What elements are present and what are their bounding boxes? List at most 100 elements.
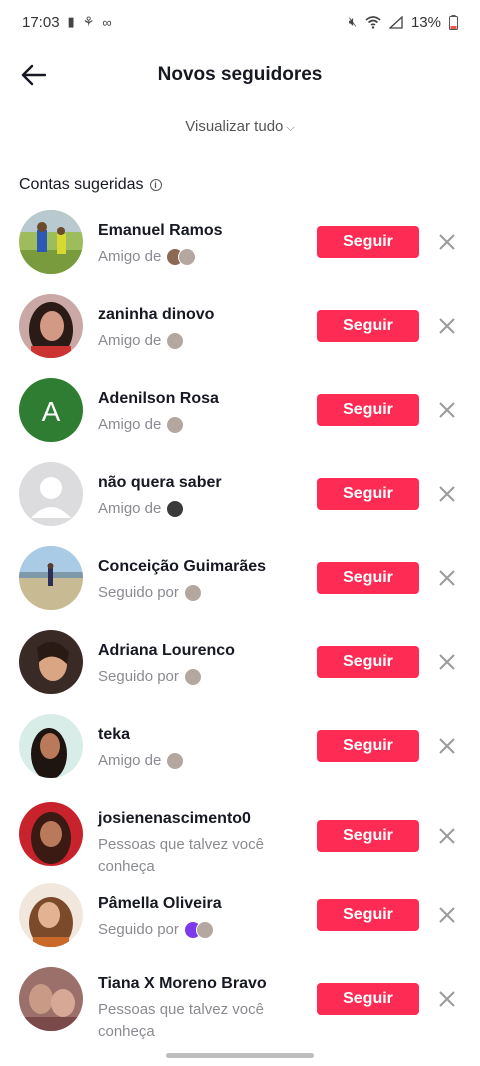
account-relation: Amigo de [98, 498, 185, 520]
close-icon[interactable] [436, 231, 458, 253]
list-item[interactable]: Adriana Lourenco Seguido por Seguir [0, 624, 480, 708]
avatar[interactable] [19, 462, 83, 526]
close-icon[interactable] [436, 567, 458, 589]
mutual-avatar [166, 332, 185, 350]
avatar[interactable] [19, 802, 83, 866]
mutual-avatars [166, 752, 185, 770]
chevron-down-icon: ⌵ [286, 122, 295, 134]
relation-label: Seguido por [98, 584, 179, 601]
status-time: 17:03 [22, 13, 60, 31]
account-name[interactable]: zaninha dinovo [98, 306, 214, 324]
mute-icon: 🔇︎ [348, 14, 357, 29]
close-icon[interactable] [436, 399, 458, 421]
follow-button[interactable]: Seguir [317, 310, 419, 342]
back-arrow-icon [21, 64, 46, 86]
status-left: 17:03 ▮ ⚘ ∞ [22, 14, 112, 31]
list-item[interactable]: josienenascimento0 Pessoas que talvez vo… [0, 792, 480, 877]
back-button[interactable] [18, 60, 48, 90]
follow-button[interactable]: Seguir [317, 646, 419, 678]
avatar[interactable] [19, 210, 83, 274]
mutual-avatar [166, 500, 185, 518]
relation-label: Seguido por [98, 921, 179, 938]
mutual-avatars [166, 500, 185, 518]
follow-button[interactable]: Seguir [317, 478, 419, 510]
list-item[interactable]: Emanuel Ramos Amigo de Seguir [0, 204, 480, 288]
page-title: Novos seguidores [157, 64, 323, 85]
list-item[interactable]: A Adenilson Rosa Amigo de Seguir [0, 372, 480, 456]
close-icon[interactable] [436, 904, 458, 926]
status-right: 🔇︎ 13% [349, 14, 458, 31]
avatar[interactable] [19, 630, 83, 694]
follow-button[interactable]: Seguir [317, 983, 419, 1015]
follow-button[interactable]: Seguir [317, 899, 419, 931]
close-icon[interactable] [436, 651, 458, 673]
avatar[interactable] [19, 883, 83, 947]
account-relation: Pessoas que talvez você conheça [98, 836, 264, 875]
account-name[interactable]: Conceição Guimarães [98, 558, 266, 576]
list-item[interactable]: Tiana X Moreno Bravo Pessoas que talvez … [0, 961, 480, 1046]
notification-battery-icon: ▮ [67, 14, 75, 29]
wifi-icon [365, 15, 381, 29]
mutual-avatar [178, 248, 197, 266]
suggested-accounts-list: Emanuel Ramos Amigo de Seguir zaninha di… [0, 204, 480, 1046]
voicemail-icon: ∞ [102, 14, 112, 30]
signal-icon [388, 15, 403, 29]
close-icon[interactable] [436, 735, 458, 757]
close-icon[interactable] [436, 483, 458, 505]
mutual-avatar [195, 921, 214, 939]
header: Novos seguidores [0, 48, 480, 102]
list-item[interactable]: zaninha dinovo Amigo de Seguir [0, 288, 480, 372]
mutual-avatar [183, 584, 202, 602]
close-icon[interactable] [436, 315, 458, 337]
follow-button[interactable]: Seguir [317, 394, 419, 426]
avatar[interactable] [19, 967, 83, 1031]
account-name[interactable]: josienenascimento0 [98, 810, 251, 828]
account-relation: Amigo de [98, 246, 197, 268]
follow-button[interactable]: Seguir [317, 562, 419, 594]
account-name[interactable]: Adriana Lourenco [98, 642, 235, 660]
relation-label: Seguido por [98, 668, 179, 685]
home-indicator[interactable] [166, 1053, 314, 1058]
info-icon[interactable]: i [149, 179, 162, 191]
close-icon[interactable] [436, 988, 458, 1010]
account-name[interactable]: teka [98, 726, 130, 744]
mutual-avatars [166, 416, 185, 434]
avatar-initial: A [42, 396, 61, 427]
avatar[interactable] [19, 294, 83, 358]
account-relation: Amigo de [98, 750, 185, 772]
mutual-avatar [166, 416, 185, 434]
battery-icon [449, 14, 458, 30]
follow-button[interactable]: Seguir [317, 226, 419, 258]
list-item[interactable]: teka Amigo de Seguir [0, 708, 480, 792]
avatar[interactable]: A [19, 378, 83, 442]
mutual-avatars [183, 584, 202, 602]
account-name[interactable]: Emanuel Ramos [98, 222, 222, 240]
relation-label: Amigo de [98, 752, 162, 769]
relation-label: Amigo de [98, 416, 162, 433]
mutual-avatars [166, 332, 185, 350]
list-item[interactable]: Pâmella Oliveira Seguido por Seguir [0, 877, 480, 961]
account-name[interactable]: Adenilson Rosa [98, 390, 219, 408]
list-item[interactable]: não quera saber Amigo de Seguir [0, 456, 480, 540]
avatar[interactable] [19, 714, 83, 778]
account-name[interactable]: Tiana X Moreno Bravo [98, 975, 267, 993]
account-name[interactable]: não quera saber [98, 474, 222, 492]
follow-button[interactable]: Seguir [317, 730, 419, 762]
account-name[interactable]: Pâmella Oliveira [98, 895, 222, 913]
account-relation: Pessoas que talvez você conheça [98, 1001, 264, 1040]
view-all-label: Visualizar tudo [185, 118, 284, 135]
section-header: Contas sugeridas i [19, 176, 162, 194]
list-item[interactable]: Conceição Guimarães Seguido por Seguir [0, 540, 480, 624]
relation-label: Amigo de [98, 248, 162, 265]
mutual-avatars [183, 668, 202, 686]
relation-label: Amigo de [98, 500, 162, 517]
mutual-avatars [166, 248, 197, 266]
follow-button[interactable]: Seguir [317, 820, 419, 852]
account-relation: Amigo de [98, 414, 185, 436]
view-all-link[interactable]: Visualizar tudo ⌵ [0, 118, 480, 135]
mutual-avatars [183, 921, 214, 939]
close-icon[interactable] [436, 825, 458, 847]
mutual-avatar [183, 668, 202, 686]
battery-percent: 13% [410, 13, 441, 31]
avatar[interactable] [19, 546, 83, 610]
